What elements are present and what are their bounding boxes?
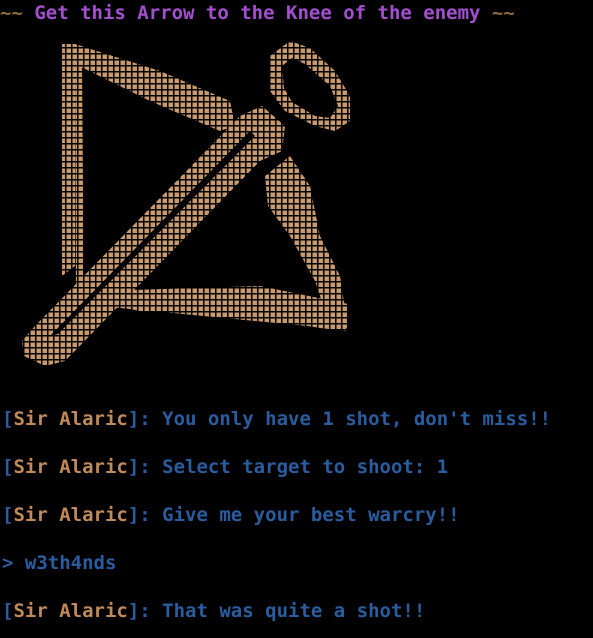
prompt-symbol: > bbox=[2, 552, 14, 574]
message-text: You only have 1 shot, don't miss!! bbox=[150, 408, 552, 430]
banner-left-tilde: ~~ bbox=[0, 2, 23, 24]
bracket-open: [ bbox=[2, 408, 14, 430]
log-line-5: [Sir Alaric]: That was quite a shot!! bbox=[2, 600, 425, 622]
bracket-open: [ bbox=[2, 456, 14, 478]
banner-right-tilde: ~~ bbox=[491, 2, 515, 24]
input-line[interactable]: > w3th4nds bbox=[2, 552, 116, 574]
banner-title: Get this Arrow to the Knee of the enemy bbox=[34, 2, 481, 24]
speaker-name: Sir Alaric bbox=[13, 600, 128, 622]
speaker-name: Sir Alaric bbox=[13, 504, 128, 526]
bracket-open: [ bbox=[2, 600, 14, 622]
banner-title-line: ~~ Get this Arrow to the Knee of the ene… bbox=[0, 2, 515, 24]
log-line-2: [Sir Alaric]: Select target to shoot: 1 bbox=[2, 456, 448, 478]
message-text: Select target to shoot: 1 bbox=[150, 456, 449, 478]
user-input-text[interactable]: w3th4nds bbox=[13, 552, 117, 574]
bracket-close: ]: bbox=[127, 456, 151, 478]
bracket-close: ]: bbox=[127, 504, 151, 526]
bracket-close: ]: bbox=[127, 408, 151, 430]
log-line-1: [Sir Alaric]: You only have 1 shot, don'… bbox=[2, 408, 551, 430]
log-line-3: [Sir Alaric]: Give me your best warcry!! bbox=[2, 504, 460, 526]
speaker-name: Sir Alaric bbox=[13, 456, 128, 478]
bracket-close: ]: bbox=[127, 600, 151, 622]
crossbow-icon bbox=[0, 36, 380, 376]
message-text: That was quite a shot!! bbox=[150, 600, 426, 622]
bracket-open: [ bbox=[2, 504, 14, 526]
message-text: Give me your best warcry!! bbox=[150, 504, 460, 526]
speaker-name: Sir Alaric bbox=[13, 408, 128, 430]
